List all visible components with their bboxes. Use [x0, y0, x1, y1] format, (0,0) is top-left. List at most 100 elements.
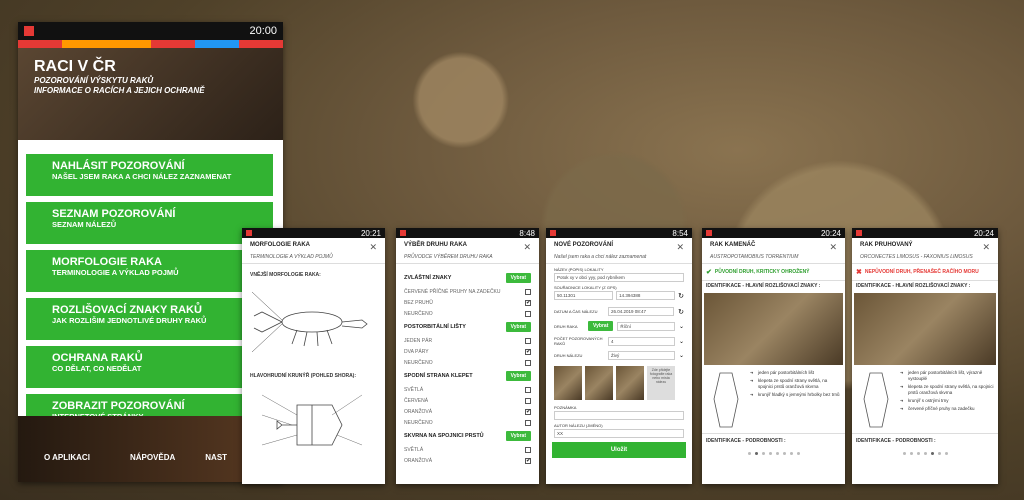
checkbox[interactable] [525, 337, 531, 344]
settings-link[interactable]: NAST [205, 453, 227, 462]
photo-thumbnail[interactable] [616, 366, 644, 400]
feature-item: krunýř s ostrými trny [900, 397, 994, 405]
option-label: NEURČENO [404, 310, 433, 317]
checkbox[interactable] [525, 359, 531, 366]
status-bar: 20:24 [702, 228, 845, 238]
section-heading: IDENTIFIKACE - PODROBNOSTI : [702, 433, 845, 448]
close-icon[interactable]: ✕ [523, 242, 531, 253]
about-link[interactable]: O APLIKACI [44, 453, 90, 462]
criteria-option[interactable]: NEURČENO [396, 308, 539, 319]
refresh-icon[interactable]: ↻ [678, 292, 684, 300]
button-title: OCHRANA RAKŮ [52, 352, 143, 364]
criteria-section: ZVLÁŠTNÍ ZNAKY Vybrat [396, 270, 539, 286]
add-photo-button[interactable]: Zde přidejte fotografie raka nebo místa … [647, 366, 675, 400]
checkbox[interactable] [525, 288, 531, 295]
report-observation-button[interactable]: NAHLÁSIT POZOROVÁNÍ NAŠEL JSEM RAKA A CHC… [26, 154, 273, 196]
criteria-section: SPODNÍ STRANA KLEPET Vybrat [396, 368, 539, 384]
locality-input[interactable]: Potok xy v obci yyy, pod rybníkem [554, 273, 684, 282]
count-select[interactable]: 4 [608, 336, 675, 346]
longitude-input[interactable]: 14.394388 [616, 291, 676, 300]
button-title: NAHLÁSIT POZOROVÁNÍ [52, 160, 185, 172]
button-title: SEZNAM POZOROVÁNÍ [52, 208, 176, 220]
close-icon[interactable]: ✕ [676, 242, 684, 253]
section-heading: IDENTIFIKACE - HLAVNÍ ROZLIŠOVACÍ ZNAKY … [852, 280, 998, 291]
close-icon[interactable]: ✕ [369, 242, 377, 253]
find-type-select[interactable]: Živý [608, 351, 675, 360]
status-bar: 20:24 [852, 228, 998, 238]
option-label: ČERVENÁ [404, 397, 429, 404]
select-button[interactable]: Vybrat [505, 322, 531, 332]
carapace-top-diagram [261, 394, 363, 446]
photo-thumbnail[interactable] [554, 366, 582, 400]
color-stripe [18, 40, 283, 48]
species-photo [854, 293, 996, 365]
checkbox[interactable]: ✔ [525, 408, 531, 415]
criteria-option[interactable]: ORANŽOVÁ ✔ [396, 406, 539, 417]
status-time: 20:00 [249, 25, 277, 37]
section-heading: IDENTIFIKACE - PODROBNOSTI : [852, 433, 998, 448]
criteria-option[interactable]: ČERVENÉ PŘÍČNÉ PRUHY NA ZADEČKU [396, 286, 539, 297]
help-link[interactable]: NÁPOVĚDA [130, 453, 175, 462]
checkbox[interactable] [525, 397, 531, 404]
checkbox[interactable] [525, 310, 531, 317]
protection-button[interactable]: OCHRANA RAKŮ CO DĚLAT, CO NEDĚLAT [26, 346, 273, 388]
criteria-option[interactable]: JEDEN PÁR [396, 335, 539, 346]
checkbox[interactable]: ✔ [525, 457, 531, 464]
select-button[interactable]: Vybrat [505, 431, 531, 441]
criteria-option[interactable]: BEZ PRUHŮ ✔ [396, 297, 539, 308]
distinguishing-features-button[interactable]: ROZLIŠOVACÍ ZNAKY RAKŮ JAK ROZLIŠIM JEDNO… [26, 298, 273, 340]
species-photo [704, 293, 843, 365]
option-label: NEURČENO [404, 419, 433, 426]
button-subtitle: SEZNAM NÁLEZŮ [52, 220, 117, 229]
criteria-option[interactable]: SVĚTLÁ [396, 444, 539, 455]
select-button[interactable]: Vybrat [505, 273, 531, 283]
section-heading: IDENTIFIKACE - HLAVNÍ ROZLIŠOVACÍ ZNAKY … [702, 280, 845, 291]
checkbox[interactable] [525, 386, 531, 393]
crayfish-side-diagram [251, 291, 368, 353]
save-button[interactable]: Uložit [552, 442, 686, 458]
select-button[interactable]: Vybrat [505, 371, 531, 381]
author-input[interactable]: XX [554, 429, 684, 438]
morphology-button[interactable]: MORFOLOGIE RAKA TERMINOLOGIE A VÝKLAD POJ… [26, 250, 273, 292]
field-label: DRUH RAKA [554, 323, 578, 329]
criteria-option[interactable]: DVA PÁRY ✔ [396, 346, 539, 357]
criteria-option[interactable]: ČERVENÁ [396, 395, 539, 406]
button-title: ZOBRAZIT POZOROVÁNÍ [52, 400, 185, 412]
photo-thumbnail[interactable] [585, 366, 613, 400]
button-subtitle: NAŠEL JSEM RAKA A CHCI NÁLEZ ZAZNAMENAT [52, 172, 232, 181]
latin-name: AUSTROPOTAMOBIUS TORRENTIUM [702, 253, 845, 264]
feature-item: krunýř hladký s jemnými hrbolky bez trnů [750, 391, 841, 399]
checkbox[interactable] [525, 446, 531, 453]
select-species-button[interactable]: Vybrat [588, 321, 614, 331]
criteria-option[interactable]: SVĚTLÁ [396, 384, 539, 395]
observation-list-button[interactable]: SEZNAM POZOROVÁNÍ SEZNAM NÁLEZŮ [26, 202, 273, 244]
latitude-input[interactable]: 50.11301 [554, 291, 614, 300]
chevron-down-icon[interactable]: ⌄ [679, 323, 684, 330]
latin-name: ORCONECTES LIMOSUS - FAXONIUS LIMOSUS [852, 253, 998, 264]
feature-item: klepeta ze spodní strany světlá, na spoj… [750, 377, 841, 391]
note-input[interactable] [554, 411, 684, 420]
option-label: ČERVENÉ PŘÍČNÉ PRUHY NA ZADEČKU [404, 288, 501, 295]
criteria-option[interactable]: NEURČENO [396, 357, 539, 368]
checkbox[interactable]: ✔ [525, 348, 531, 355]
close-icon[interactable]: ✕ [829, 242, 837, 253]
criteria-list: ZVLÁŠTNÍ ZNAKY Vybrat ČERVENÉ PŘÍČNÉ PRUHY… [396, 264, 539, 466]
refresh-icon[interactable]: ↻ [678, 308, 684, 316]
screen-title: RAK PRUHOVANÝ [860, 242, 913, 248]
date-input[interactable]: 26.04.2019 08:47 [608, 307, 675, 316]
criteria-option[interactable]: ORANŽOVÁ ✔ [396, 455, 539, 466]
criteria-option[interactable]: NEURČENO [396, 417, 539, 428]
species-select[interactable]: Říční [617, 321, 675, 331]
close-icon[interactable]: ✕ [982, 242, 990, 253]
check-circle-icon: ✔ [706, 269, 712, 276]
status-time: 8:48 [519, 228, 535, 238]
feature-item: klepeta ze spodní strany světlá, na spoj… [900, 383, 994, 397]
option-label: ORANŽOVÁ [404, 408, 433, 415]
feature-list: jeden pár postorbitálních lišt, výrazně … [900, 369, 994, 431]
checkbox[interactable] [525, 419, 531, 426]
field-label: POČET POZOROVANÝCH RAKŮ [554, 336, 603, 346]
carapace-sketch [713, 372, 739, 428]
chevron-down-icon[interactable]: ⌄ [679, 338, 684, 345]
chevron-down-icon[interactable]: ⌄ [679, 352, 684, 359]
checkbox[interactable]: ✔ [525, 299, 531, 306]
